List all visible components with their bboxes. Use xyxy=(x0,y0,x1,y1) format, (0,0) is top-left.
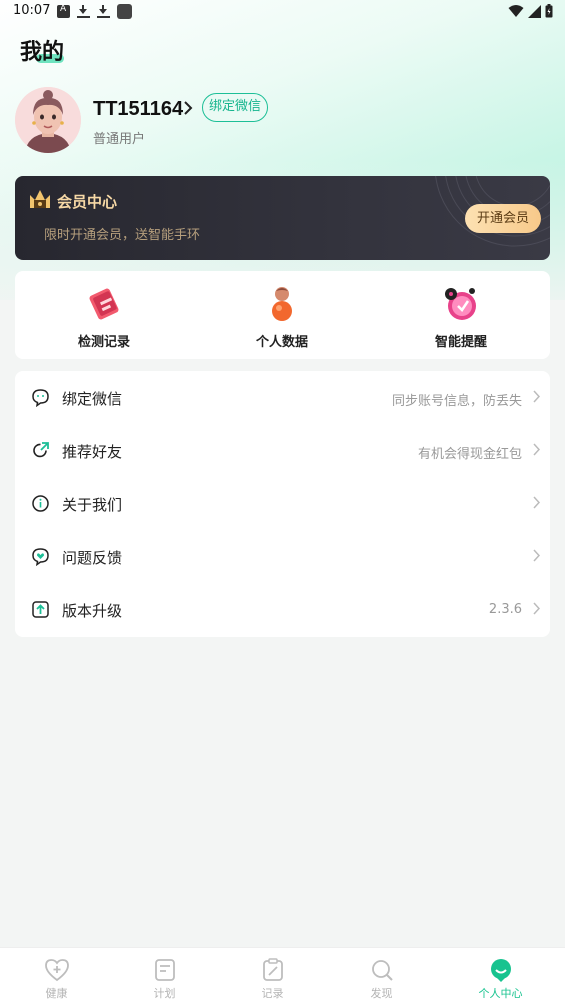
status-time: 10:07 xyxy=(13,3,51,18)
menu-item-version-upgrade[interactable]: 版本升级 2.3.6 xyxy=(15,583,550,636)
wifi-icon xyxy=(508,5,524,17)
alarm-clock-icon xyxy=(445,288,476,320)
vip-subtitle: 限时开通会员，送智能手环 xyxy=(44,228,201,243)
tool-personal-data[interactable]: 个人数据 xyxy=(193,271,371,359)
version-number: 2.3.6 xyxy=(488,602,522,617)
download-icon-2 xyxy=(97,5,110,18)
bind-wechat-badge[interactable]: 绑定微信 xyxy=(202,93,269,122)
wechat-icon xyxy=(32,389,49,407)
menu-item-feedback[interactable]: 问题反馈 xyxy=(15,530,550,583)
battery-icon xyxy=(545,4,553,18)
info-icon xyxy=(32,495,49,512)
vip-title: 会员中心 xyxy=(57,193,118,211)
menu-item-bind-wechat[interactable]: 绑定微信 同步账号信息，防丢失 xyxy=(15,371,550,424)
quick-tools-card: 检测记录 个人数据 智能提醒 xyxy=(15,271,550,359)
nav-label: 计划 xyxy=(153,987,176,1000)
discover-search-icon xyxy=(371,960,393,981)
menu-hint: 有机会得现金红包 xyxy=(417,447,522,462)
tool-label: 智能提醒 xyxy=(434,335,487,350)
vip-crown-icon xyxy=(30,190,50,208)
avatar[interactable] xyxy=(15,87,81,153)
nav-tab-record[interactable]: 记录 xyxy=(216,948,329,1004)
menu-hint: 同步账号信息，防丢失 xyxy=(391,394,522,409)
user-level: 普通用户 xyxy=(93,132,146,147)
feedback-icon xyxy=(32,548,49,566)
menu-label: 推荐好友 xyxy=(62,443,123,461)
tool-smart-reminder[interactable]: 智能提醒 xyxy=(372,271,550,359)
nav-tab-plan[interactable]: 计划 xyxy=(108,948,221,1004)
record-card-icon xyxy=(89,288,119,320)
vip-center-card[interactable]: 会员中心 限时开通会员，送智能手环 开通会员 xyxy=(15,176,550,260)
nav-label: 发现 xyxy=(370,987,393,1000)
upgrade-icon xyxy=(32,601,49,618)
nav-tab-discover[interactable]: 发现 xyxy=(325,948,438,1004)
nav-tab-profile[interactable]: 个人中心 xyxy=(444,948,557,1004)
page-title: 我的 xyxy=(20,40,65,65)
menu-label: 绑定微信 xyxy=(62,390,123,408)
username[interactable]: TT151164 xyxy=(93,98,183,121)
menu-label: 关于我们 xyxy=(62,496,123,514)
tool-detection-record[interactable]: 检测记录 xyxy=(15,271,193,359)
settings-menu: 绑定微信 同步账号信息，防丢失 推荐好友 有机会得现金红包 关于我们 问题反馈 xyxy=(15,371,550,637)
plan-doc-icon xyxy=(154,959,175,981)
person-data-icon xyxy=(272,287,292,321)
avatar-illustration xyxy=(15,87,81,153)
nav-label: 个人中心 xyxy=(478,987,523,1000)
app-notification-icon xyxy=(117,4,132,19)
tool-label: 个人数据 xyxy=(255,335,308,350)
chevron-right-icon xyxy=(533,549,540,562)
signal-icon xyxy=(528,4,541,18)
menu-label: 版本升级 xyxy=(62,602,123,620)
tool-label: 检测记录 xyxy=(77,335,130,350)
share-icon xyxy=(33,442,49,458)
chevron-right-icon xyxy=(533,496,540,509)
menu-label: 问题反馈 xyxy=(62,549,123,567)
status-system-icons xyxy=(508,4,553,18)
edit-clipboard-icon xyxy=(262,958,283,981)
font-notification-icon xyxy=(57,4,70,18)
profile-smile-icon xyxy=(490,959,511,982)
status-bar: 10:07 xyxy=(0,0,565,24)
chevron-right-icon xyxy=(533,390,540,403)
status-notification-icons xyxy=(57,4,132,19)
menu-item-about-us[interactable]: 关于我们 xyxy=(15,477,550,530)
heart-plus-icon xyxy=(44,959,69,982)
nav-tab-health[interactable]: 健康 xyxy=(0,948,113,1004)
download-icon xyxy=(77,5,90,18)
nav-label: 健康 xyxy=(45,987,68,1000)
menu-item-recommend-friend[interactable]: 推荐好友 有机会得现金红包 xyxy=(15,424,550,477)
nav-label: 记录 xyxy=(261,987,284,1000)
open-vip-button[interactable]: 开通会员 xyxy=(465,204,541,233)
chevron-right-icon xyxy=(533,602,540,615)
chevron-right-icon xyxy=(533,443,540,456)
chevron-right-icon[interactable] xyxy=(183,100,193,116)
bottom-navigation: 健康 计划 记录 发现 个人中心 xyxy=(0,947,565,1004)
